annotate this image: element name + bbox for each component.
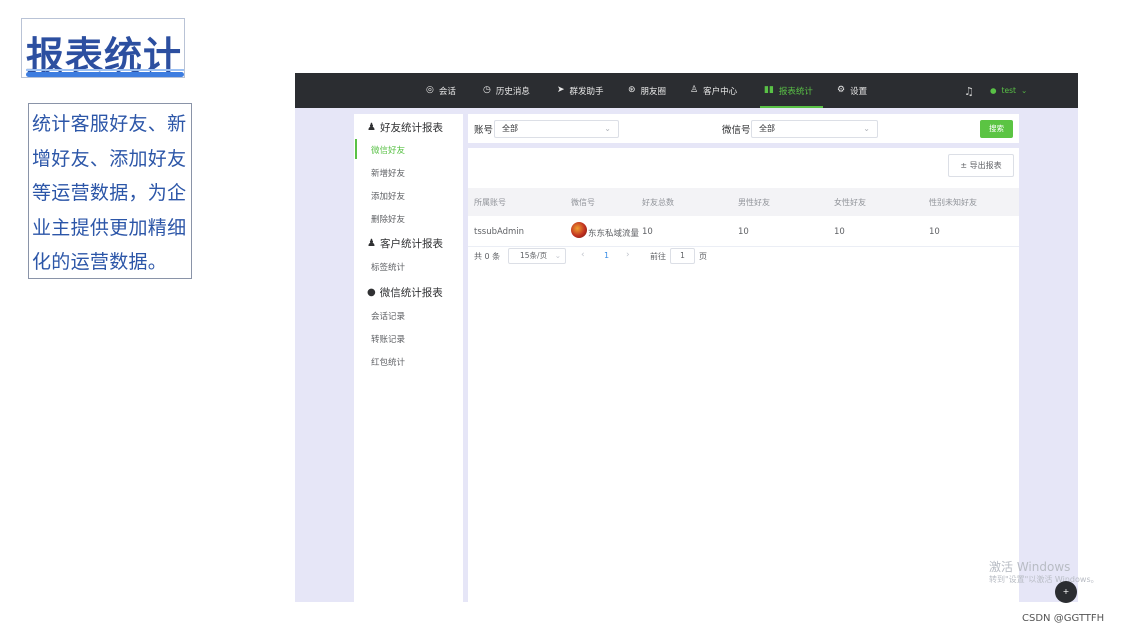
top-nav: ◎ 会话 ◷ 历史消息 ➤ 群发助手 ⊛ 朋友圈 ♙ 客户中心 ▮▮ 报表统计 … (295, 73, 1078, 108)
export-button[interactable]: ± 导出报表 (948, 154, 1014, 177)
column-header: 微信号 (571, 198, 595, 207)
wechat-filter-label: 微信号 (722, 125, 751, 136)
column-header: 女性好友 (834, 198, 866, 207)
filter-bar: 账号 全部 ⌄ 微信号 全部 ⌄ 搜索 (468, 114, 1019, 143)
table-header: 所属账号 微信号 好友总数 男性好友 女性好友 性别未知好友 (468, 188, 1019, 216)
sidebar-item-transfer-records[interactable]: 转账记录 (371, 333, 405, 345)
sidebar-group-wechat[interactable]: ● 微信统计报表 (367, 285, 443, 300)
account-filter-label: 账号 (474, 125, 494, 136)
sidebar-item-wechat-friends[interactable]: 微信好友 (371, 144, 405, 156)
search-button[interactable]: 搜索 (980, 120, 1013, 138)
cell-total-friends: 10 (642, 227, 653, 237)
user-icon: ♙ (690, 85, 699, 95)
floating-action-button[interactable]: + (1055, 581, 1077, 603)
column-header: 好友总数 (642, 198, 674, 207)
sidebar-group-customers[interactable]: ♟ 客户统计报表 (367, 236, 443, 251)
nav-item-label: 客户中心 (703, 86, 738, 97)
nav-item-label: 朋友圈 (640, 86, 667, 97)
sidebar-item-chat-records[interactable]: 会话记录 (371, 310, 405, 322)
chevron-down-icon: ⌄ (554, 251, 561, 260)
sidebar-active-indicator (355, 139, 357, 159)
slide-title-box: 报表统计 (21, 18, 185, 78)
nav-item-customers[interactable]: ♙ 客户中心 (690, 73, 737, 108)
title-underline (26, 72, 184, 77)
nav-item-label: 设置 (850, 86, 868, 97)
nav-item-settings[interactable]: ⚙ 设置 (837, 73, 867, 108)
wechat-select[interactable]: 全部 ⌄ (751, 120, 878, 138)
pagination: 共 0 条 15条/页 ⌄ ‹ 1 › 前往 1 页 (468, 247, 1019, 267)
slide-description-box: 统计客服好友、新增好友、添加好友等运营数据，为企业主提供更加精细化的运营数据。 (28, 103, 192, 279)
sidebar-group-friends[interactable]: ♟ 好友统计报表 (367, 120, 443, 135)
nav-item-chat[interactable]: ◎ 会话 (426, 73, 456, 108)
bar-chart-icon: ▮▮ (764, 85, 774, 95)
avatar (571, 222, 587, 238)
nav-item-broadcast[interactable]: ➤ 群发助手 (557, 73, 604, 108)
user-icon: ♟ (367, 238, 376, 249)
sidebar-item-redpacket-stats[interactable]: 红包统计 (371, 356, 405, 368)
column-header: 性别未知好友 (929, 198, 977, 207)
nav-item-reports[interactable]: ▮▮ 报表统计 (760, 73, 823, 108)
title-underline-light (26, 69, 184, 71)
gear-icon: ⚙ (837, 85, 846, 95)
user-icon: ● (990, 86, 997, 95)
sidebar-group-label: 好友统计报表 (379, 122, 443, 134)
nav-item-label: 历史消息 (495, 86, 530, 97)
column-header: 男性好友 (738, 198, 770, 207)
goto-label: 前往 (650, 252, 666, 261)
sidebar-item-tag-stats[interactable]: 标签统计 (371, 261, 405, 273)
cell-female-friends: 10 (834, 227, 845, 237)
pagination-total: 共 0 条 (474, 252, 501, 261)
page-number-current[interactable]: 1 (604, 251, 609, 260)
clock-icon: ◷ (483, 85, 491, 95)
wechat-icon: ● (367, 287, 376, 298)
cell-unknown-friends: 10 (929, 227, 940, 237)
sidebar-item-new-friends[interactable]: 新增好友 (371, 167, 405, 179)
cell-male-friends: 10 (738, 227, 749, 237)
slide-description: 统计客服好友、新增好友、添加好友等运营数据，为企业主提供更加精细化的运营数据。 (32, 113, 187, 273)
user-name: test (1001, 86, 1016, 95)
user-icon: ♟ (367, 122, 376, 133)
cell-wechat: 东东私域流量 (588, 229, 640, 239)
report-panel: ± 导出报表 所属账号 微信号 好友总数 男性好友 女性好友 性别未知好友 ts… (468, 148, 1019, 602)
wechat-select-value: 全部 (759, 124, 775, 133)
prev-page-icon[interactable]: ‹ (581, 250, 585, 260)
nav-item-moments[interactable]: ⊛ 朋友圈 (628, 73, 666, 108)
account-select[interactable]: 全部 ⌄ (494, 120, 619, 138)
account-select-value: 全部 (502, 124, 518, 133)
sidebar: ♟ 好友统计报表 微信好友 新增好友 添加好友 删除好友 ♟ 客户统计报表 标签… (354, 114, 463, 602)
sidebar-item-added-friends[interactable]: 添加好友 (371, 190, 405, 202)
page-size-select[interactable]: 15条/页 ⌄ (508, 248, 566, 264)
nav-item-label: 报表统计 (778, 86, 813, 97)
nav-item-history[interactable]: ◷ 历史消息 (483, 73, 530, 108)
page-size-value: 15条/页 (520, 251, 548, 260)
chevron-down-icon: ⌄ (863, 124, 870, 133)
source-credit: CSDN @GGTTFH (1022, 613, 1105, 624)
sidebar-group-label: 客户统计报表 (379, 238, 443, 250)
activation-watermark-title: 激活 Windows (989, 560, 1071, 574)
moments-icon: ⊛ (628, 85, 636, 95)
sidebar-group-label: 微信统计报表 (379, 287, 443, 299)
nav-item-label: 群发助手 (569, 86, 604, 97)
send-icon: ➤ (557, 85, 565, 95)
goto-page-input[interactable]: 1 (670, 248, 695, 264)
sidebar-item-deleted-friends[interactable]: 删除好友 (371, 213, 405, 225)
page-suffix: 页 (699, 252, 707, 261)
chevron-down-icon: ⌄ (1020, 86, 1028, 95)
bell-icon[interactable]: ♫ (964, 85, 974, 98)
user-menu[interactable]: ● test ⌄ (990, 73, 1027, 108)
column-header: 所属账号 (474, 198, 506, 207)
next-page-icon[interactable]: › (626, 250, 630, 260)
chat-icon: ◎ (426, 85, 434, 95)
app-window: ◎ 会话 ◷ 历史消息 ➤ 群发助手 ⊛ 朋友圈 ♙ 客户中心 ▮▮ 报表统计 … (295, 73, 1078, 602)
activation-watermark-subtitle: 转到"设置"以激活 Windows。 (989, 575, 1099, 584)
table-row[interactable]: tssubAdmin 东东私域流量 10 10 10 10 (468, 216, 1019, 247)
chevron-down-icon: ⌄ (604, 124, 611, 133)
nav-item-label: 会话 (438, 86, 456, 97)
cell-account: tssubAdmin (474, 227, 525, 237)
